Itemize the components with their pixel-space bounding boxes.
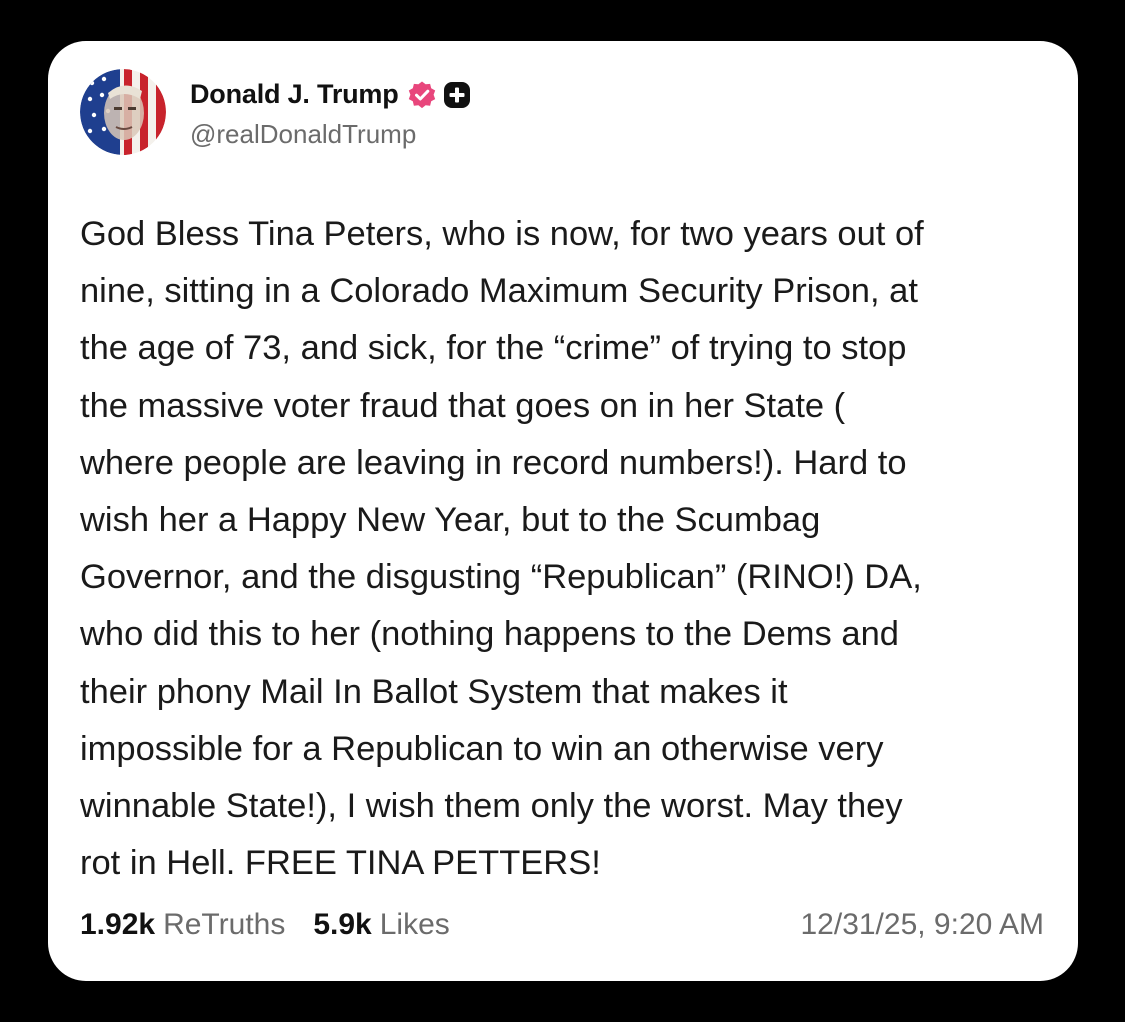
post-body-line: their phony Mail In Ballot System that m… [80,672,788,711]
post-header: Donald J. Trump @realDonaldTrump [80,67,471,157]
likes-stat[interactable]: 5.9k Likes [313,908,449,942]
post-footer: 1.92k ReTruths 5.9k Likes 12/31/25, 9:20… [80,905,1044,945]
post-body-line: who did this to her (nothing happens to … [80,615,899,654]
post-body-line: impossible for a Republican to win an ot… [80,729,884,768]
post-body-line: where people are leaving in record numbe… [80,443,907,482]
post-body-line: Governor, and the disgusting “Republican… [80,558,922,597]
flag-portrait-avatar-icon [80,69,166,155]
avatar[interactable] [80,69,166,155]
retruths-count: 1.92k [80,908,156,941]
likes-count: 5.9k [313,908,372,941]
likes-label: Likes [379,908,450,941]
retruths-stat[interactable]: 1.92k ReTruths [80,908,285,942]
retruths-label: ReTruths [163,908,286,941]
post-body-line: wish her a Happy New Year, but to the Sc… [80,501,821,540]
post-body-line: the massive voter fraud that goes on in … [80,386,846,425]
post-body-line: rot in Hell. FREE TINA PETTERS! [80,844,601,883]
verified-badge-icon [408,81,435,108]
post-card: Donald J. Trump @realDonaldTrump God Ble… [48,41,1078,981]
name-row: Donald J. Trump [190,75,471,115]
plus-badge-icon [443,81,470,108]
post-body-line: the age of 73, and sick, for the “crime”… [80,329,907,368]
author-handle[interactable]: @realDonaldTrump [190,119,471,150]
author-identity: Donald J. Trump @realDonaldTrump [190,75,471,150]
post-body-line: God Bless Tina Peters, who is now, for t… [80,215,924,253]
author-display-name[interactable]: Donald J. Trump [190,79,399,110]
post-timestamp[interactable]: 12/31/25, 9:20 AM [800,908,1044,942]
post-body-line: nine, sitting in a Colorado Maximum Secu… [80,272,918,311]
post-body: God Bless Tina Peters, who is now, for t… [80,206,1050,892]
post-body-line: winnable State!), I wish them only the w… [80,787,903,826]
